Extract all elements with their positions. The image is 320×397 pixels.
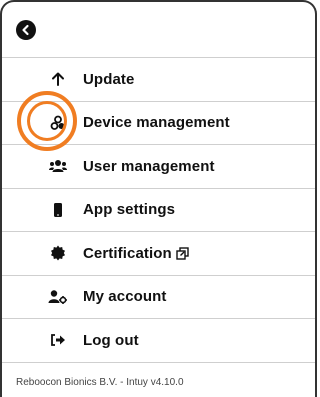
certificate-icon <box>48 243 68 263</box>
chevron-left-icon <box>22 24 29 35</box>
menu-list: Update Device management User management… <box>2 58 315 363</box>
menu-item-label: User management <box>83 157 215 175</box>
users-icon <box>48 156 68 176</box>
menu-item-label: Log out <box>83 331 139 349</box>
menu-item-certification[interactable]: Certification <box>2 232 315 276</box>
menu-panel: Update Device management User management… <box>0 0 317 397</box>
menu-item-log-out[interactable]: Log out <box>2 319 315 363</box>
menu-header <box>2 2 315 58</box>
menu-item-my-account[interactable]: My account <box>2 276 315 319</box>
phone-icon <box>48 200 68 220</box>
external-link-icon <box>176 247 189 260</box>
menu-item-user-management[interactable]: User management <box>2 145 315 189</box>
menu-item-label: My account <box>83 288 167 306</box>
menu-item-label: Update <box>83 70 135 88</box>
menu-item-label: App settings <box>83 201 176 219</box>
back-button[interactable] <box>16 19 36 40</box>
menu-item-app-settings[interactable]: App settings <box>2 189 315 232</box>
menu-item-label: Certification <box>83 245 189 262</box>
menu-item-label: Device management <box>83 114 230 132</box>
user-settings-icon <box>48 287 68 307</box>
devices-icon <box>48 113 68 133</box>
version-footer: Reboocon Bionics B.V. - Intuy v4.10.0 <box>16 377 184 388</box>
arrow-up-icon <box>48 69 68 89</box>
certification-label-text: Certification <box>83 244 172 262</box>
logout-icon <box>48 330 68 350</box>
menu-item-device-management[interactable]: Device management <box>2 102 315 145</box>
menu-item-update[interactable]: Update <box>2 58 315 102</box>
